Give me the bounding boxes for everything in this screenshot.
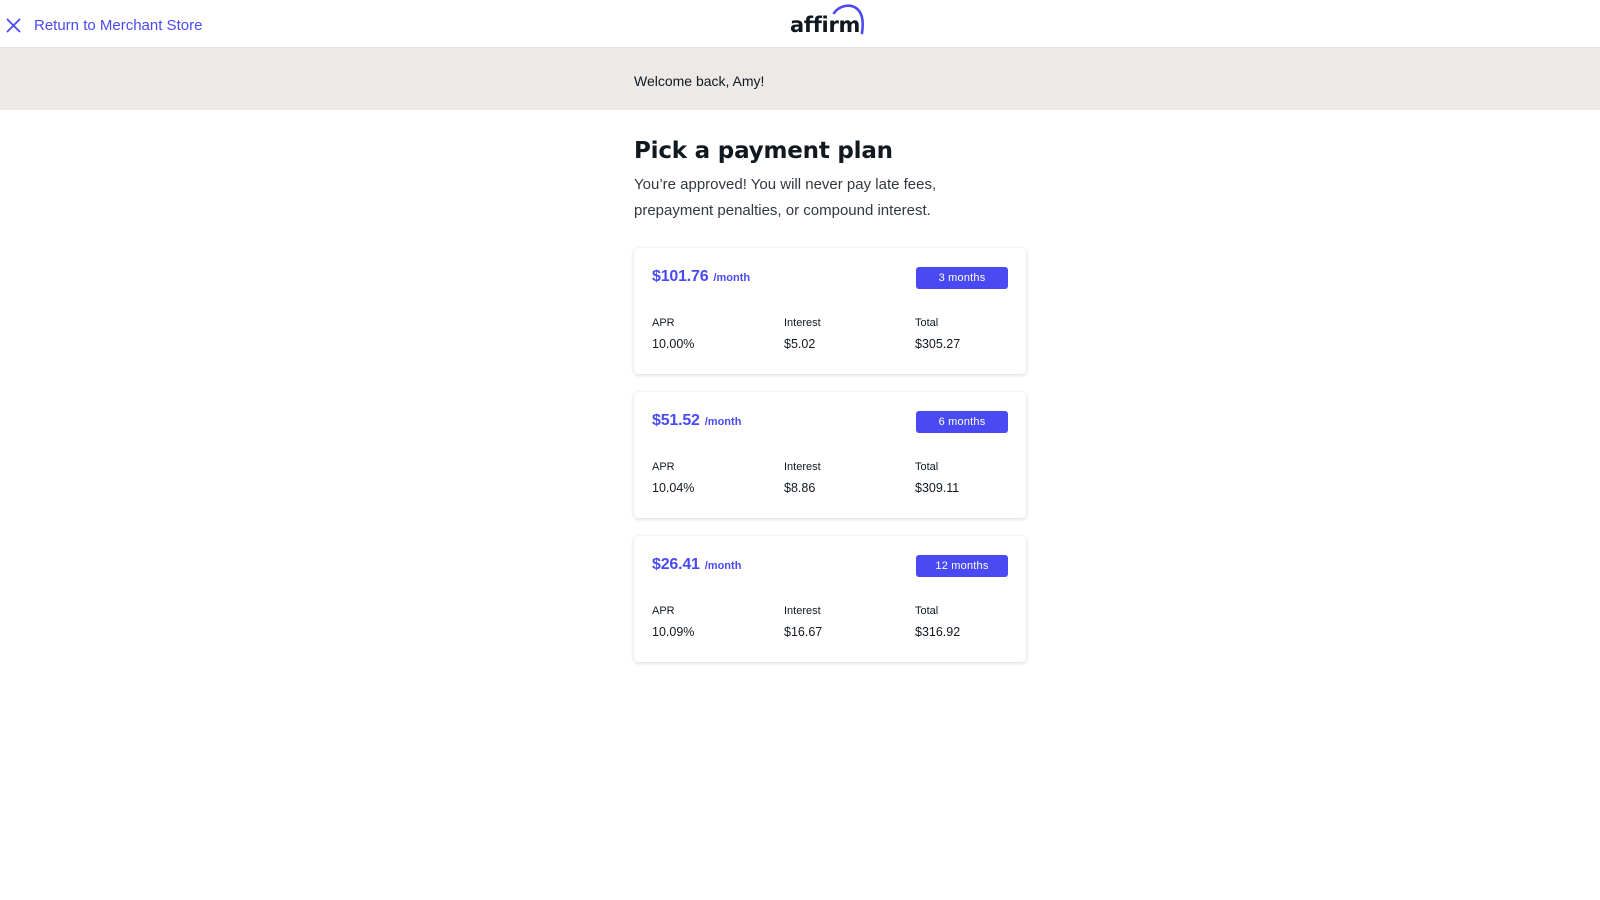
apr-value: 10.04% — [652, 481, 695, 495]
total-value: $309.11 — [915, 481, 960, 495]
logo-text: affirm — [790, 13, 861, 37]
affirm-logo: affirm — [790, 4, 868, 38]
price-unit: /month — [704, 416, 742, 428]
payment-plan-card-12-months[interactable]: $26.41 /month 12 months APR 10.09% Inter… — [634, 536, 1026, 662]
welcome-banner: Welcome back, Amy! — [0, 48, 1600, 110]
price-unit: /month — [713, 272, 751, 284]
monthly-price: $26.41 /month — [652, 556, 741, 574]
apr-label: APR — [652, 605, 675, 617]
return-link-label: Return to Merchant Store — [34, 16, 203, 34]
interest-stat: Interest $16.67 — [784, 604, 822, 640]
interest-value: $5.02 — [784, 337, 816, 351]
apr-stat: APR 10.00% — [652, 316, 694, 352]
total-label: Total — [915, 461, 939, 473]
total-stat: Total $309.11 — [915, 460, 959, 496]
interest-label: Interest — [784, 317, 821, 329]
total-label: Total — [915, 605, 939, 617]
apr-stat: APR 10.04% — [652, 460, 694, 496]
plan-list: $101.76 /month 3 months APR 10.00% Inter… — [634, 248, 1026, 680]
page-title: Pick a payment plan — [634, 138, 893, 164]
apr-label: APR — [652, 317, 675, 329]
payment-plan-card-3-months[interactable]: $101.76 /month 3 months APR 10.00% Inter… — [634, 248, 1026, 374]
total-value: $305.27 — [915, 337, 961, 351]
interest-stat: Interest $8.86 — [784, 460, 821, 496]
price-amount: $101.76 — [652, 268, 709, 285]
apr-label: APR — [652, 461, 675, 473]
price-amount: $26.41 — [652, 556, 700, 573]
top-bar: Return to Merchant Store affirm — [0, 0, 1600, 48]
total-stat: Total $305.27 — [915, 316, 960, 352]
apr-stat: APR 10.09% — [652, 604, 694, 640]
interest-value: $16.67 — [784, 625, 823, 639]
main-content: Pick a payment plan You’re approved! You… — [634, 134, 1026, 662]
total-value: $316.92 — [915, 625, 961, 639]
payment-plan-card-6-months[interactable]: $51.52 /month 6 months APR 10.04% Intere… — [634, 392, 1026, 518]
total-label: Total — [915, 317, 939, 329]
price-unit: /month — [704, 560, 742, 572]
term-badge: 3 months — [916, 267, 1008, 289]
close-icon — [6, 18, 21, 32]
interest-value: $8.86 — [784, 481, 816, 495]
price-amount: $51.52 — [652, 412, 700, 429]
monthly-price: $51.52 /month — [652, 412, 741, 430]
apr-value: 10.09% — [652, 625, 695, 639]
interest-label: Interest — [784, 605, 821, 617]
monthly-price: $101.76 /month — [652, 268, 750, 286]
term-badge: 6 months — [916, 411, 1008, 433]
interest-stat: Interest $5.02 — [784, 316, 821, 352]
welcome-message: Welcome back, Amy! — [634, 73, 765, 89]
page-subtitle: You’re approved! You will never pay late… — [634, 176, 937, 219]
return-to-merchant-link[interactable]: Return to Merchant Store — [6, 14, 202, 36]
term-badge: 12 months — [916, 555, 1008, 577]
interest-label: Interest — [784, 461, 821, 473]
apr-value: 10.00% — [652, 337, 695, 351]
total-stat: Total $316.92 — [915, 604, 960, 640]
